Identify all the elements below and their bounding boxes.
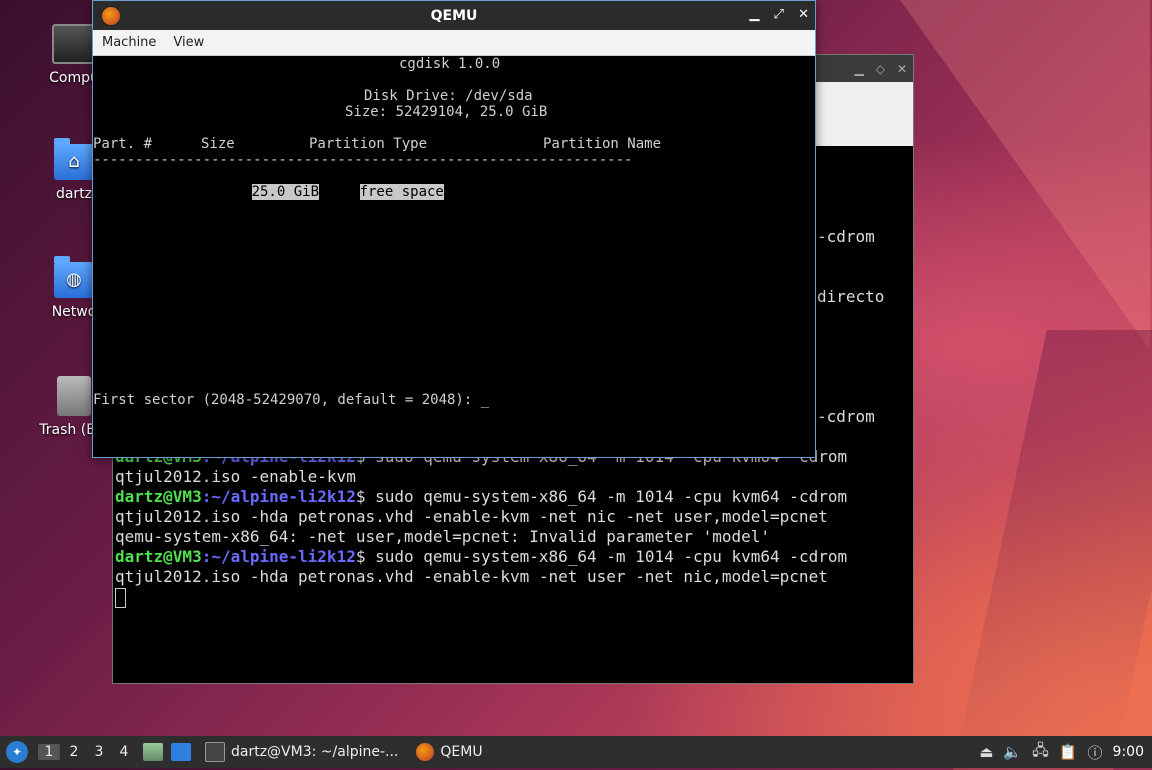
menu-view[interactable]: View: [173, 35, 204, 50]
volume-icon[interactable]: 🔈: [1003, 743, 1022, 761]
menu-machine[interactable]: Machine: [102, 35, 156, 50]
eject-icon[interactable]: ⏏: [979, 743, 993, 761]
wallpaper-shape: [953, 330, 1152, 770]
vm-display[interactable]: cgdisk 1.0.0 Disk Drive: /dev/sda Size: …: [93, 56, 815, 457]
terminal-line: qtjul2012.iso -hda petronas.vhd -enable-…: [115, 507, 828, 526]
column-type: Partition Type: [309, 136, 428, 152]
column-part: Part. #: [93, 136, 153, 152]
terminal-cursor-line: [115, 587, 126, 608]
partition-type: free space: [359, 184, 444, 200]
window-title: QEMU: [430, 7, 478, 24]
workspace-3[interactable]: 3: [88, 744, 110, 760]
computer-icon: [52, 24, 96, 64]
network-folder-icon: ◍: [54, 256, 94, 298]
header-divider: ----------------------------------------…: [93, 152, 633, 168]
notification-icon[interactable]: ⓘ: [1088, 742, 1103, 763]
qemu-titlebar[interactable]: QEMU ▁ ⤢ ✕: [93, 1, 815, 30]
first-sector-prompt[interactable]: First sector (2048-52429070, default = 2…: [93, 392, 489, 408]
task-qemu[interactable]: QEMU: [412, 738, 486, 766]
qemu-menubar: Machine View: [93, 30, 815, 56]
workspace-2[interactable]: 2: [63, 744, 85, 760]
qemu-window[interactable]: QEMU ▁ ⤢ ✕ Machine View cgdisk 1.0.0 Dis…: [92, 0, 816, 458]
terminal-line: dartz@VM3:~/alpine-li2k12$ sudo qemu-sys…: [115, 547, 847, 567]
terminal-icon: [205, 742, 225, 762]
clock[interactable]: 9:00: [1113, 744, 1144, 760]
minimize-icon[interactable]: ▁: [749, 7, 759, 22]
terminal-line: qtjul2012.iso -hda petronas.vhd -enable-…: [115, 567, 828, 586]
terminal-fragment: -cdrom: [817, 227, 875, 246]
disk-drive-label: Disk Drive: /dev/sda: [364, 88, 533, 104]
terminal-fragment: directo: [817, 287, 885, 306]
workspace-1[interactable]: 1: [38, 744, 60, 760]
cgdisk-title: cgdisk 1.0.0: [399, 56, 501, 72]
close-icon[interactable]: ✕: [798, 7, 809, 22]
workspace-4[interactable]: 4: [113, 744, 135, 760]
terminal-line: dartz@VM3:~/alpine-li2k12$ sudo qemu-sys…: [115, 487, 847, 507]
system-tray: ⏏ 🔈 🖧 📋 ⓘ 9:00: [979, 736, 1152, 768]
task-label: QEMU: [440, 744, 483, 760]
prompt-path: :~/alpine-li2k12: [201, 487, 356, 506]
prompt-command: $ sudo qemu-system-x86_64 -m 1014 -cpu k…: [355, 487, 848, 506]
show-desktop-icon[interactable]: [171, 743, 191, 761]
close-icon[interactable]: ✕: [897, 62, 907, 76]
prompt-command: $ sudo qemu-system-x86_64 -m 1014 -cpu k…: [355, 547, 848, 566]
disk-size-label: Size: 52429104, 25.0 GiB: [345, 104, 548, 120]
trash-icon: [57, 376, 91, 416]
task-label: dartz@VM3: ~/alpine-...: [231, 744, 399, 760]
prompt-user: dartz@VM3: [115, 487, 202, 506]
task-terminal[interactable]: dartz@VM3: ~/alpine-...: [201, 738, 402, 766]
terminal-line: qemu-system-x86_64: -net user,model=pcne…: [115, 527, 771, 546]
prompt-path: :~/alpine-li2k12: [201, 547, 356, 566]
minimize-icon[interactable]: ▁: [854, 62, 863, 76]
start-menu-icon[interactable]: ✦: [6, 741, 28, 763]
network-icon[interactable]: 🖧: [1032, 740, 1049, 765]
partition-row[interactable]: 25.0 GiB: [201, 168, 320, 216]
maximize-icon[interactable]: ◇: [876, 62, 885, 76]
terminal-fragment: -cdrom: [817, 407, 875, 426]
partition-row-type[interactable]: free space: [309, 168, 444, 216]
maximize-icon[interactable]: ⤢: [774, 7, 784, 22]
prompt-user: dartz@VM3: [115, 547, 202, 566]
home-folder-icon: ⌂: [54, 138, 94, 180]
terminal-line: qtjul2012.iso -enable-kvm: [115, 467, 356, 486]
qemu-logo-icon: [416, 743, 435, 761]
text-cursor: [115, 587, 126, 608]
file-manager-icon[interactable]: [143, 743, 163, 761]
column-size: Size: [201, 136, 235, 152]
taskbar: ✦ 1 2 3 4 dartz@VM3: ~/alpine-... QEMU ⏏…: [0, 736, 1152, 768]
column-name: Partition Name: [543, 136, 662, 152]
clipboard-icon[interactable]: 📋: [1059, 743, 1078, 761]
wallpaper-shape: [900, 0, 1150, 350]
